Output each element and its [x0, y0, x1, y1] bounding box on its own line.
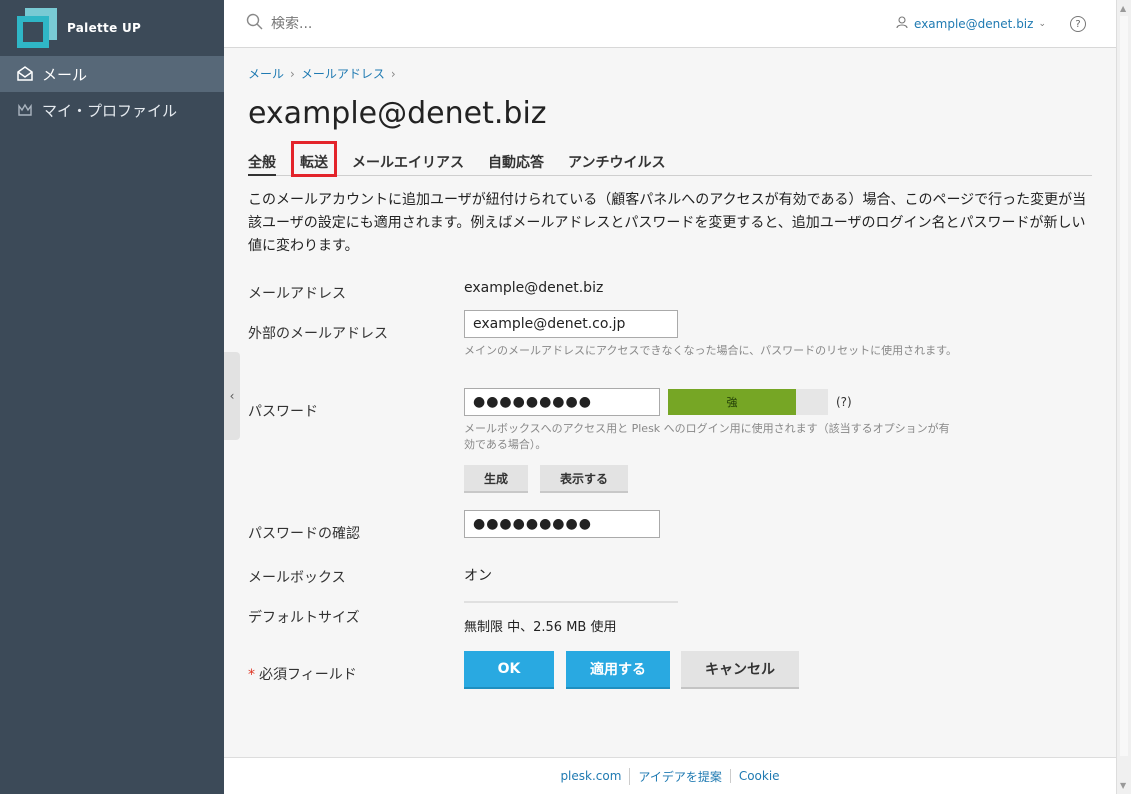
- breadcrumb-link-mail[interactable]: メール: [248, 65, 284, 82]
- email-value: example@denet.biz: [464, 280, 604, 296]
- apply-button[interactable]: 適用する: [566, 651, 670, 689]
- generate-password-button[interactable]: 生成: [464, 465, 528, 493]
- password-field[interactable]: [464, 388, 660, 416]
- footer-link-cookie[interactable]: Cookie: [729, 769, 788, 783]
- sidebar-item-label: マイ・プロファイル: [42, 101, 178, 120]
- user-menu[interactable]: example@denet.biz ⌄: [896, 0, 1046, 48]
- mailbox-value: オン: [464, 568, 492, 584]
- tab-bar: 全般 転送 メールエイリアス 自動応答 アンチウイルス: [248, 141, 1092, 177]
- footer-link-ideas[interactable]: アイデアを提案: [629, 767, 729, 785]
- password-strength-meter: 強: [668, 389, 828, 415]
- tab-forwarding[interactable]: 転送: [291, 141, 337, 177]
- user-icon: [896, 16, 914, 32]
- scrollbar[interactable]: ▲ ▼: [1116, 0, 1131, 794]
- footer-link-plesk[interactable]: plesk.com: [552, 769, 629, 783]
- chevron-down-icon: ⌄: [1038, 19, 1046, 29]
- usage-bar: [464, 601, 678, 603]
- tab-aliases[interactable]: メールエイリアス: [352, 148, 464, 176]
- brand-name: Palette UP: [67, 21, 142, 35]
- sidebar-item-mail[interactable]: メール: [0, 56, 224, 92]
- search-input[interactable]: [271, 15, 571, 32]
- required-fields-note: * 必須フィールド: [248, 664, 357, 684]
- search-icon: [246, 13, 271, 34]
- confirm-password-field[interactable]: [464, 510, 660, 538]
- external-email-field[interactable]: [464, 310, 678, 338]
- password-hint: メールボックスへのアクセス用と Plesk へのログイン用に使用されます（該当す…: [464, 422, 950, 451]
- external-email-label: 外部のメールアドレス: [248, 326, 388, 342]
- chevron-right-icon: ›: [290, 66, 295, 81]
- scrollbar-thumb[interactable]: [1120, 16, 1128, 756]
- scroll-down-icon[interactable]: ▼: [1120, 781, 1126, 790]
- external-email-hint: メインのメールアドレスにアクセスできなくなった場合に、パスワードのリセットに使用…: [464, 344, 958, 357]
- footer: plesk.com アイデアを提案 Cookie: [224, 757, 1116, 794]
- tab-general[interactable]: 全般: [248, 148, 276, 176]
- tab-antivirus[interactable]: アンチウイルス: [568, 148, 665, 176]
- topbar: example@denet.biz ⌄ ?: [224, 0, 1116, 48]
- mailbox-label: メールボックス: [248, 570, 346, 586]
- breadcrumb: メール › メールアドレス ›: [248, 65, 1092, 82]
- sidebar-collapse-handle[interactable]: ‹: [224, 352, 240, 440]
- password-label: パスワード: [248, 404, 318, 420]
- brand[interactable]: Palette UP: [0, 0, 224, 56]
- default-size-value: 無制限 中、2.56 MB 使用: [464, 620, 617, 635]
- required-star: *: [248, 667, 255, 683]
- default-size-label: デフォルトサイズ: [248, 610, 360, 626]
- password-strength-fill: 強: [668, 389, 796, 415]
- chevron-left-icon: ‹: [229, 389, 235, 403]
- sidebar: Palette UP メール マイ・プロファイル: [0, 0, 224, 794]
- required-label: 必須フィールド: [259, 667, 357, 683]
- chevron-right-icon: ›: [390, 66, 396, 81]
- info-notice: このメールアカウントに追加ユーザが紐付けられている（顧客パネルへのアクセスが有効…: [248, 192, 1087, 254]
- tab-autoresponder[interactable]: 自動応答: [488, 148, 544, 176]
- main-content: メール › メールアドレス › example@denet.biz 全般 転送 …: [248, 48, 1092, 689]
- ok-button[interactable]: OK: [464, 651, 554, 689]
- cancel-button[interactable]: キャンセル: [681, 651, 799, 689]
- user-email: example@denet.biz: [914, 17, 1034, 31]
- page-title: example@denet.biz: [248, 96, 547, 131]
- help-icon[interactable]: ?: [1070, 16, 1086, 32]
- sidebar-item-label: メール: [42, 65, 88, 84]
- password-strength-help[interactable]: (?): [836, 395, 852, 409]
- email-label: メールアドレス: [248, 286, 346, 302]
- search: [246, 13, 571, 34]
- confirm-password-label: パスワードの確認: [248, 526, 360, 542]
- breadcrumb-link-addresses[interactable]: メールアドレス: [301, 65, 385, 82]
- crown-icon: [16, 101, 34, 119]
- brand-logo: [17, 8, 57, 48]
- sidebar-item-profile[interactable]: マイ・プロファイル: [0, 92, 224, 128]
- mail-icon: [16, 65, 34, 83]
- scroll-up-icon[interactable]: ▲: [1120, 4, 1126, 13]
- show-password-button[interactable]: 表示する: [540, 465, 628, 493]
